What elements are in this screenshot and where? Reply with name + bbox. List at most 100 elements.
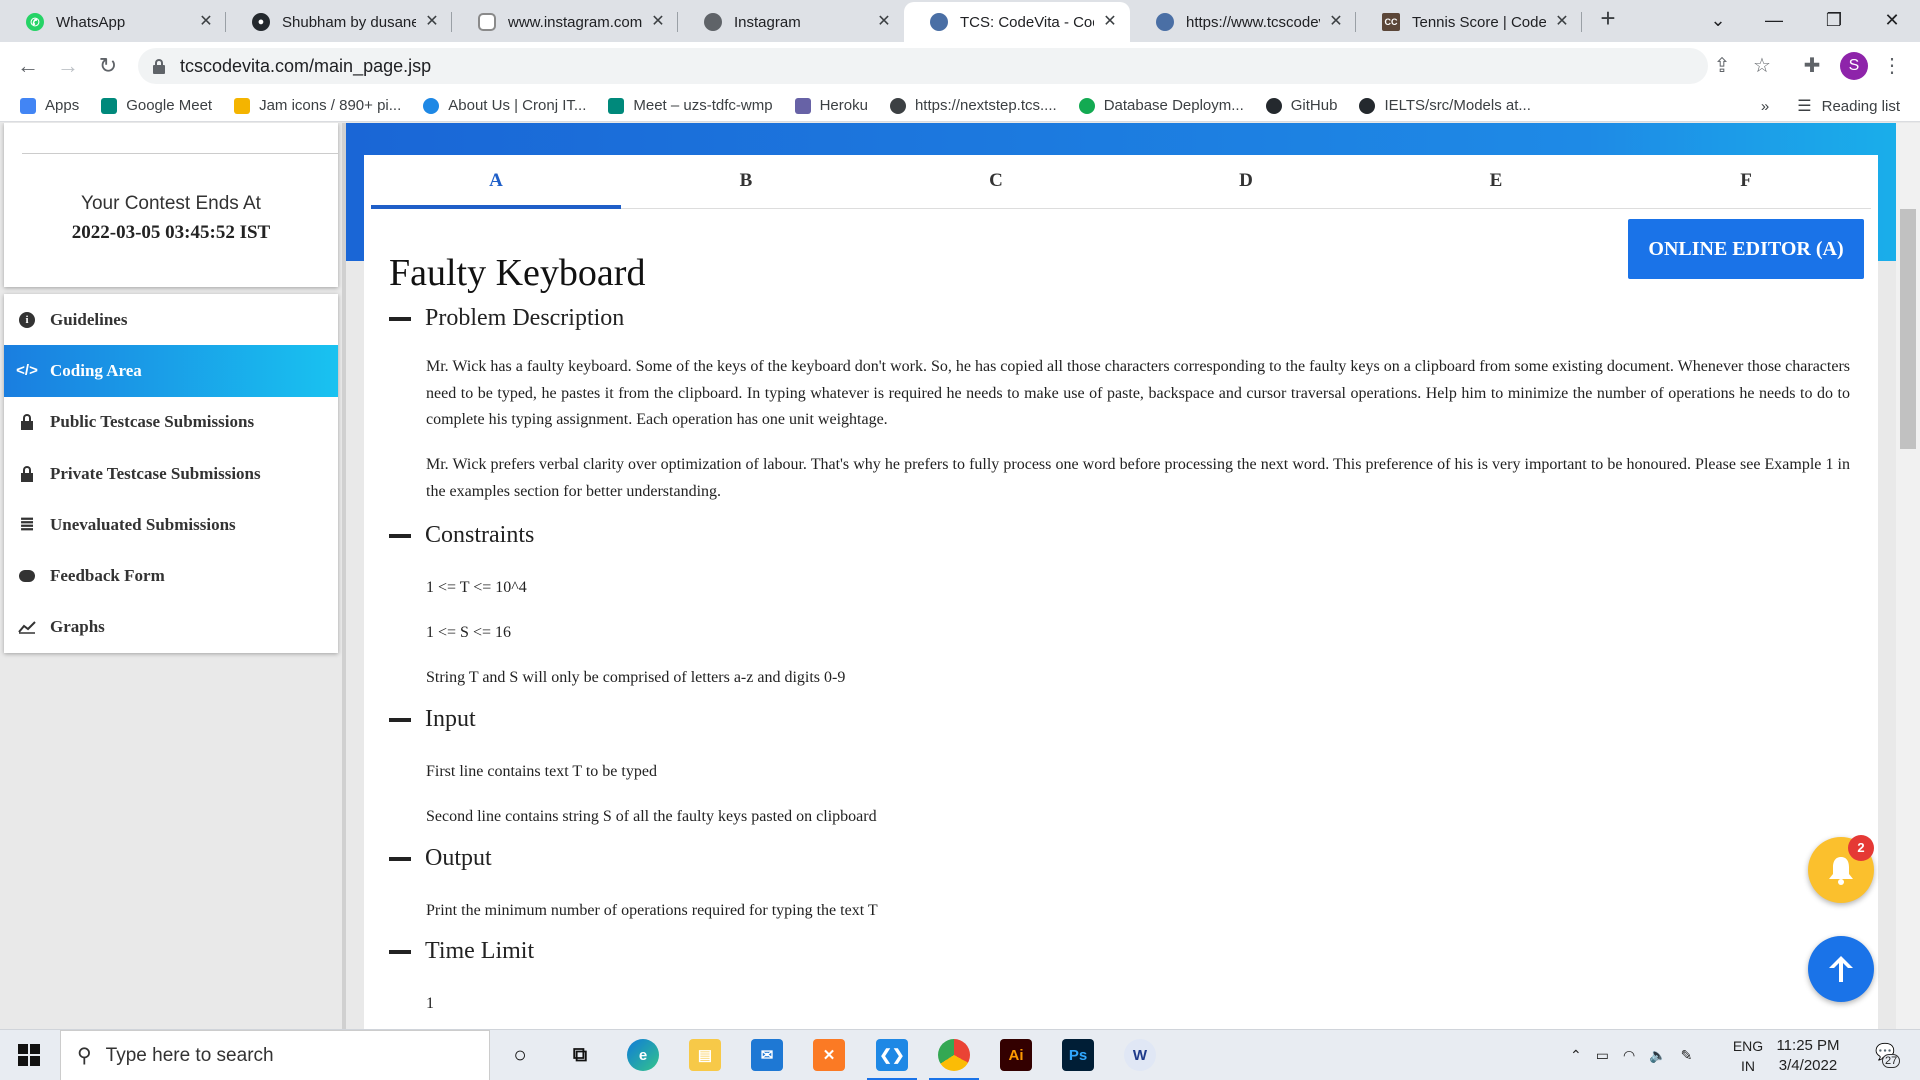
close-tab-icon[interactable]: ✕ <box>1102 14 1118 30</box>
menu-item-guidelines[interactable]: i Guidelines <box>4 294 338 345</box>
task-view-icon[interactable]: ⧉ <box>564 1039 596 1071</box>
tab-problem-a[interactable]: A <box>371 155 621 209</box>
bookmark-jam-icons[interactable]: Jam icons / 890+ pi... <box>234 97 401 114</box>
action-center-button[interactable]: 💬 27 <box>1870 1042 1901 1070</box>
vscode-icon[interactable]: ❮❯ <box>876 1039 908 1071</box>
menu-kebab-icon[interactable]: ⋮ <box>1880 54 1904 78</box>
tab-tcscodevita-url[interactable]: https://www.tcscodev ✕ <box>1130 2 1356 42</box>
battery-icon[interactable]: ▭ <box>1596 1047 1609 1064</box>
info-icon: i <box>18 311 36 328</box>
close-tab-icon[interactable]: ✕ <box>424 14 440 30</box>
restore-button[interactable]: ❐ <box>1806 0 1862 42</box>
wifi-icon[interactable]: ◠ <box>1623 1047 1635 1064</box>
chrome-icon[interactable] <box>938 1039 970 1071</box>
tab-search-button[interactable]: ⌄ <box>1690 0 1746 42</box>
reading-list-button[interactable]: Reading list <box>1822 98 1900 115</box>
xampp-icon[interactable]: ✕ <box>813 1039 845 1071</box>
tab-problem-d[interactable]: D <box>1121 155 1371 208</box>
illustrator-icon[interactable]: Ai <box>1000 1039 1032 1071</box>
profile-avatar[interactable]: S <box>1840 52 1868 80</box>
tab-whatsapp[interactable]: ✆ WhatsApp ✕ <box>0 2 226 42</box>
pen-icon[interactable]: ✎ <box>1681 1047 1693 1064</box>
taskbar-clock[interactable]: 11:25 PM 3/4/2022 <box>1768 1036 1848 1076</box>
github-icon <box>1359 97 1376 114</box>
close-tab-icon[interactable]: ✕ <box>876 14 892 30</box>
close-tab-icon[interactable]: ✕ <box>1328 14 1344 30</box>
windows-taskbar: ⚲ Type here to search ○ ⧉ e ▤ ✉ ✕ ❮❯ Ai … <box>0 1029 1920 1080</box>
close-tab-icon[interactable]: ✕ <box>1554 14 1570 30</box>
section-problem-description[interactable]: Problem Description <box>389 305 624 332</box>
bookmark-github[interactable]: GitHub <box>1265 97 1337 114</box>
tab-tcs-codevita[interactable]: TCS: CodeVita - Codin ✕ <box>904 2 1130 42</box>
tcs-icon <box>930 13 948 31</box>
taskbar-search-box[interactable]: ⚲ Type here to search <box>60 1030 490 1080</box>
reload-button[interactable]: ↻ <box>94 52 122 80</box>
photoshop-icon[interactable]: Ps <box>1062 1039 1094 1071</box>
close-window-button[interactable]: ✕ <box>1864 0 1920 42</box>
section-constraints[interactable]: Constraints <box>389 522 534 549</box>
new-tab-button[interactable]: + <box>1590 2 1626 38</box>
online-editor-button[interactable]: ONLINE EDITOR (A) <box>1628 219 1864 279</box>
mail-icon[interactable]: ✉ <box>751 1039 783 1071</box>
bookmark-heroku[interactable]: Heroku <box>794 97 868 114</box>
tab-instagram[interactable]: Instagram ✕ <box>678 2 904 42</box>
close-tab-icon[interactable]: ✕ <box>198 14 214 30</box>
lock-icon <box>18 465 36 482</box>
tab-problem-b[interactable]: B <box>621 155 871 208</box>
page-scrollbar[interactable] <box>1896 123 1920 1029</box>
bookmarks-bar: Apps Google Meet Jam icons / 890+ pi... … <box>0 90 1920 122</box>
scrollbar-thumb[interactable] <box>1900 209 1916 449</box>
windows-start-button[interactable] <box>18 1044 40 1066</box>
app-icon[interactable]: W <box>1124 1039 1156 1071</box>
browser-tab-strip: ✆ WhatsApp ✕ ● Shubham by dusanes ✕ www.… <box>0 0 1920 42</box>
menu-item-private-testcase[interactable]: Private Testcase Submissions <box>4 448 338 499</box>
mongodb-icon <box>1078 97 1095 114</box>
menu-item-feedback[interactable]: Feedback Form <box>4 550 338 601</box>
bookmark-apps[interactable]: Apps <box>20 97 79 114</box>
minimize-button[interactable]: — <box>1746 0 1802 42</box>
search-icon: ⚲ <box>77 1045 92 1067</box>
cortana-icon[interactable]: ○ <box>504 1039 536 1071</box>
bookmark-ielts[interactable]: IELTS/src/Models at... <box>1359 97 1531 114</box>
forward-button[interactable]: → <box>54 52 82 80</box>
extensions-icon[interactable]: ✚ <box>1800 54 1824 78</box>
bookmark-nextstep[interactable]: https://nextstep.tcs.... <box>889 97 1057 114</box>
tab-problem-c[interactable]: C <box>871 155 1121 208</box>
menu-item-graphs[interactable]: Graphs <box>4 602 338 653</box>
contest-ends-label: Your Contest Ends At <box>81 193 261 214</box>
edge-icon[interactable]: e <box>627 1039 659 1071</box>
bookmark-cronj[interactable]: About Us | Cronj IT... <box>423 97 586 114</box>
search-placeholder: Type here to search <box>105 1044 274 1066</box>
bookmark-database[interactable]: Database Deploym... <box>1078 97 1244 114</box>
tab-problem-e[interactable]: E <box>1371 155 1621 208</box>
section-time-limit[interactable]: Time Limit <box>389 938 534 965</box>
share-icon[interactable]: ⇪ <box>1710 54 1734 78</box>
file-explorer-icon[interactable]: ▤ <box>689 1039 721 1071</box>
bookmark-google-meet[interactable]: Google Meet <box>101 97 212 114</box>
tab-github[interactable]: ● Shubham by dusanes ✕ <box>226 2 452 42</box>
collapse-icon <box>389 949 411 954</box>
lock-icon[interactable] <box>152 58 166 74</box>
back-button[interactable]: ← <box>14 52 42 80</box>
show-hidden-icons-icon[interactable]: ⌃ <box>1570 1047 1582 1064</box>
chart-icon <box>18 620 36 635</box>
url-input[interactable]: tcscodevita.com/main_page.jsp <box>138 48 1708 84</box>
language-indicator[interactable]: ENG IN <box>1728 1036 1768 1076</box>
collapse-icon <box>389 717 411 722</box>
bookmark-meet-room[interactable]: Meet – uzs-tdfc-wmp <box>608 97 773 114</box>
scroll-to-top-button[interactable] <box>1808 936 1874 1002</box>
menu-item-public-testcase[interactable]: Public Testcase Submissions <box>4 397 338 448</box>
menu-item-unevaluated[interactable]: ≣ Unevaluated Submissions <box>4 499 338 550</box>
section-output[interactable]: Output <box>389 845 492 872</box>
close-tab-icon[interactable]: ✕ <box>650 14 666 30</box>
menu-item-coding-area[interactable]: </> Coding Area <box>4 345 338 397</box>
reading-list-icon[interactable]: ☰ <box>1797 96 1811 116</box>
tab-problem-f[interactable]: F <box>1621 155 1871 208</box>
problem-card: A B C D E F ONLINE EDITOR (A) Faulty Key… <box>364 155 1878 1029</box>
tab-codechef[interactable]: CC Tennis Score | CodeCh ✕ <box>1356 2 1582 42</box>
section-input[interactable]: Input <box>389 706 476 733</box>
bookmarks-overflow-button[interactable]: » <box>1761 98 1769 115</box>
tab-instagram-www[interactable]: www.instagram.com ✕ <box>452 2 678 42</box>
star-icon[interactable]: ☆ <box>1750 54 1774 78</box>
volume-icon[interactable]: 🔈 <box>1649 1047 1666 1064</box>
